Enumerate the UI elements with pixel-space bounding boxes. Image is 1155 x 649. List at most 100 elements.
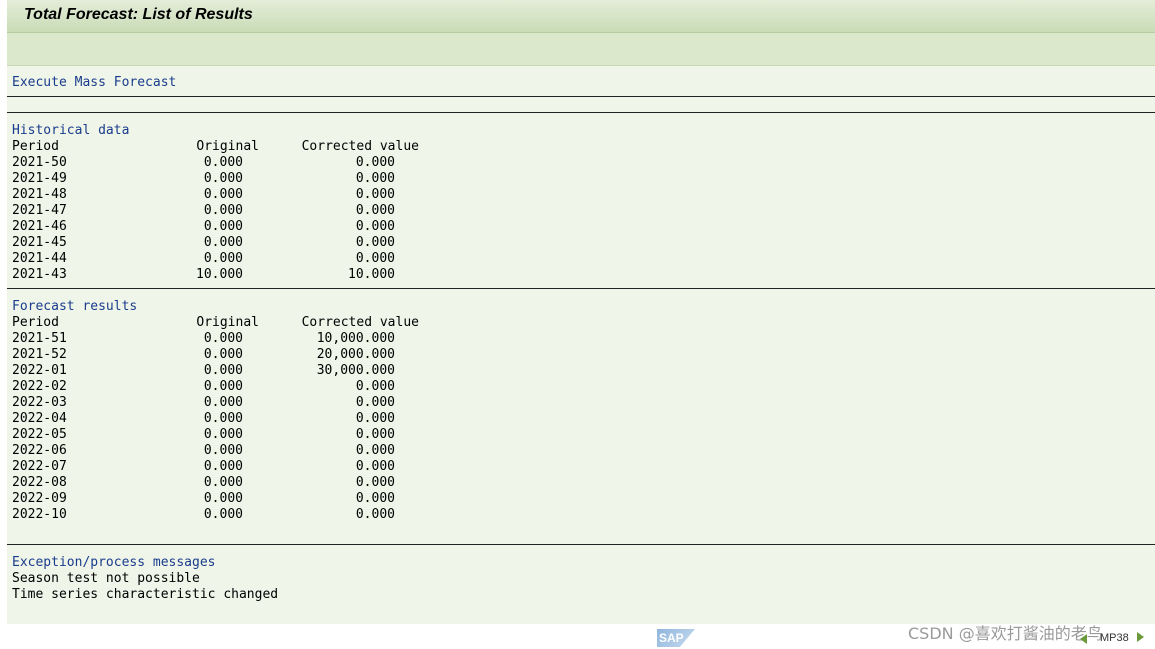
cell-period: 2022-05 bbox=[12, 427, 67, 442]
cell-period: 2022-02 bbox=[12, 379, 67, 394]
table-row: 2022-09 0.000 0.000 bbox=[7, 491, 427, 507]
cell-corrected-value: 0.000 bbox=[355, 507, 395, 522]
column-header-original: Original bbox=[196, 315, 259, 330]
separator-line bbox=[7, 96, 1155, 97]
cell-period: 2022-07 bbox=[12, 459, 67, 474]
cell-corrected-value: 30,000.000 bbox=[316, 363, 395, 378]
cell-original: 0.000 bbox=[203, 427, 243, 442]
cell-original: 0.000 bbox=[203, 219, 243, 234]
table-row: 2021-50 0.000 0.000 bbox=[7, 155, 427, 171]
cell-corrected-value: 0.000 bbox=[355, 171, 395, 186]
cell-period: 2022-08 bbox=[12, 475, 67, 490]
historical-data-heading: Historical data bbox=[12, 123, 130, 138]
execute-mass-forecast-link[interactable]: Execute Mass Forecast bbox=[12, 75, 176, 91]
cell-corrected-value: 0.000 bbox=[355, 459, 395, 474]
transaction-code: MP38 bbox=[1100, 632, 1129, 644]
messages-heading: Exception/process messages bbox=[12, 555, 216, 570]
table-row: 2021-44 0.000 0.000 bbox=[7, 251, 427, 267]
status-expand-left-icon[interactable] bbox=[1080, 634, 1087, 644]
table-row: 2021-48 0.000 0.000 bbox=[7, 187, 427, 203]
separator-line bbox=[7, 112, 1155, 113]
cell-corrected-value: 0.000 bbox=[355, 219, 395, 234]
table-row: 2021-45 0.000 0.000 bbox=[7, 235, 427, 251]
cell-original: 0.000 bbox=[203, 443, 243, 458]
table-row: 2021-51 0.000 10,000.000 bbox=[7, 331, 427, 347]
cell-corrected-value: 10.000 bbox=[348, 267, 395, 282]
cell-corrected-value: 10,000.000 bbox=[316, 331, 395, 346]
cell-corrected-value: 0.000 bbox=[355, 427, 395, 442]
cell-original: 0.000 bbox=[203, 331, 243, 346]
cell-original: 10.000 bbox=[196, 267, 243, 282]
cell-corrected-value: 0.000 bbox=[355, 443, 395, 458]
cell-original: 0.000 bbox=[203, 475, 243, 490]
cell-original: 0.000 bbox=[203, 395, 243, 410]
table-row: 2022-05 0.000 0.000 bbox=[7, 427, 427, 443]
cell-corrected-value: 0.000 bbox=[355, 235, 395, 250]
cell-period: 2021-45 bbox=[12, 235, 67, 250]
report-list: Execute Mass Forecast Historical data Pe… bbox=[7, 66, 1155, 624]
cell-period: 2021-51 bbox=[12, 331, 67, 346]
cell-original: 0.000 bbox=[203, 251, 243, 266]
separator-line bbox=[7, 544, 1155, 545]
table-row: 2022-02 0.000 0.000 bbox=[7, 379, 427, 395]
cell-original: 0.000 bbox=[203, 171, 243, 186]
cell-period: 2021-43 bbox=[12, 267, 67, 282]
table-row: 2021-47 0.000 0.000 bbox=[7, 203, 427, 219]
historical-header-row: Period Original Corrected value bbox=[7, 139, 427, 155]
sap-window: Total Forecast: List of Results Execute … bbox=[7, 0, 1155, 624]
cell-period: 2021-44 bbox=[12, 251, 67, 266]
forecast-results-heading: Forecast results bbox=[12, 299, 138, 314]
table-row: 2022-06 0.000 0.000 bbox=[7, 443, 427, 459]
cell-original: 0.000 bbox=[203, 203, 243, 218]
application-toolbar bbox=[7, 33, 1155, 66]
cell-period: 2021-48 bbox=[12, 187, 67, 202]
cell-corrected-value: 20,000.000 bbox=[316, 347, 395, 362]
cell-period: 2022-04 bbox=[12, 411, 67, 426]
cell-corrected-value: 0.000 bbox=[355, 395, 395, 410]
cell-period: 2022-06 bbox=[12, 443, 67, 458]
table-row: 2022-08 0.000 0.000 bbox=[7, 475, 427, 491]
cell-original: 0.000 bbox=[203, 235, 243, 250]
cell-corrected-value: 0.000 bbox=[355, 203, 395, 218]
table-row: 2022-01 0.000 30,000.000 bbox=[7, 363, 427, 379]
cell-original: 0.000 bbox=[203, 155, 243, 170]
cell-original: 0.000 bbox=[203, 459, 243, 474]
cell-corrected-value: 0.000 bbox=[355, 379, 395, 394]
title-bar: Total Forecast: List of Results bbox=[7, 0, 1155, 33]
cell-period: 2021-52 bbox=[12, 347, 67, 362]
cell-period: 2022-03 bbox=[12, 395, 67, 410]
message-line: Season test not possible bbox=[12, 571, 200, 586]
cell-corrected-value: 0.000 bbox=[355, 475, 395, 490]
page-title: Total Forecast: List of Results bbox=[24, 6, 253, 23]
cell-period: 2022-09 bbox=[12, 491, 67, 506]
cell-period: 2021-49 bbox=[12, 171, 67, 186]
status-expand-right-icon[interactable] bbox=[1137, 632, 1144, 642]
column-header-original: Original bbox=[196, 139, 259, 154]
cell-corrected-value: 0.000 bbox=[355, 187, 395, 202]
cell-corrected-value: 0.000 bbox=[355, 491, 395, 506]
cell-corrected-value: 0.000 bbox=[355, 251, 395, 266]
column-header-corrected: Corrected value bbox=[301, 139, 419, 154]
watermark-text: CSDN @喜欢打酱油的老鸟 bbox=[908, 624, 1103, 643]
table-row: 2021-52 0.000 20,000.000 bbox=[7, 347, 427, 363]
table-row: 2021-49 0.000 0.000 bbox=[7, 171, 427, 187]
table-row: 2021-46 0.000 0.000 bbox=[7, 219, 427, 235]
table-row: 2021-43 10.000 10.000 bbox=[7, 267, 427, 283]
cell-period: 2021-47 bbox=[12, 203, 67, 218]
cell-corrected-value: 0.000 bbox=[355, 411, 395, 426]
table-row: 2022-04 0.000 0.000 bbox=[7, 411, 427, 427]
cell-corrected-value: 0.000 bbox=[355, 155, 395, 170]
cell-period: 2021-46 bbox=[12, 219, 67, 234]
cell-original: 0.000 bbox=[203, 187, 243, 202]
cell-original: 0.000 bbox=[203, 347, 243, 362]
cell-original: 0.000 bbox=[203, 507, 243, 522]
column-header-period: Period bbox=[12, 315, 59, 330]
column-header-corrected: Corrected value bbox=[301, 315, 419, 330]
cell-original: 0.000 bbox=[203, 379, 243, 394]
table-row: 2022-03 0.000 0.000 bbox=[7, 395, 427, 411]
forecast-header-row: Period Original Corrected value bbox=[7, 315, 427, 331]
cell-original: 0.000 bbox=[203, 411, 243, 426]
message-line: Time series characteristic changed bbox=[12, 587, 279, 602]
table-row: 2022-10 0.000 0.000 bbox=[7, 507, 427, 523]
cell-period: 2022-10 bbox=[12, 507, 67, 522]
